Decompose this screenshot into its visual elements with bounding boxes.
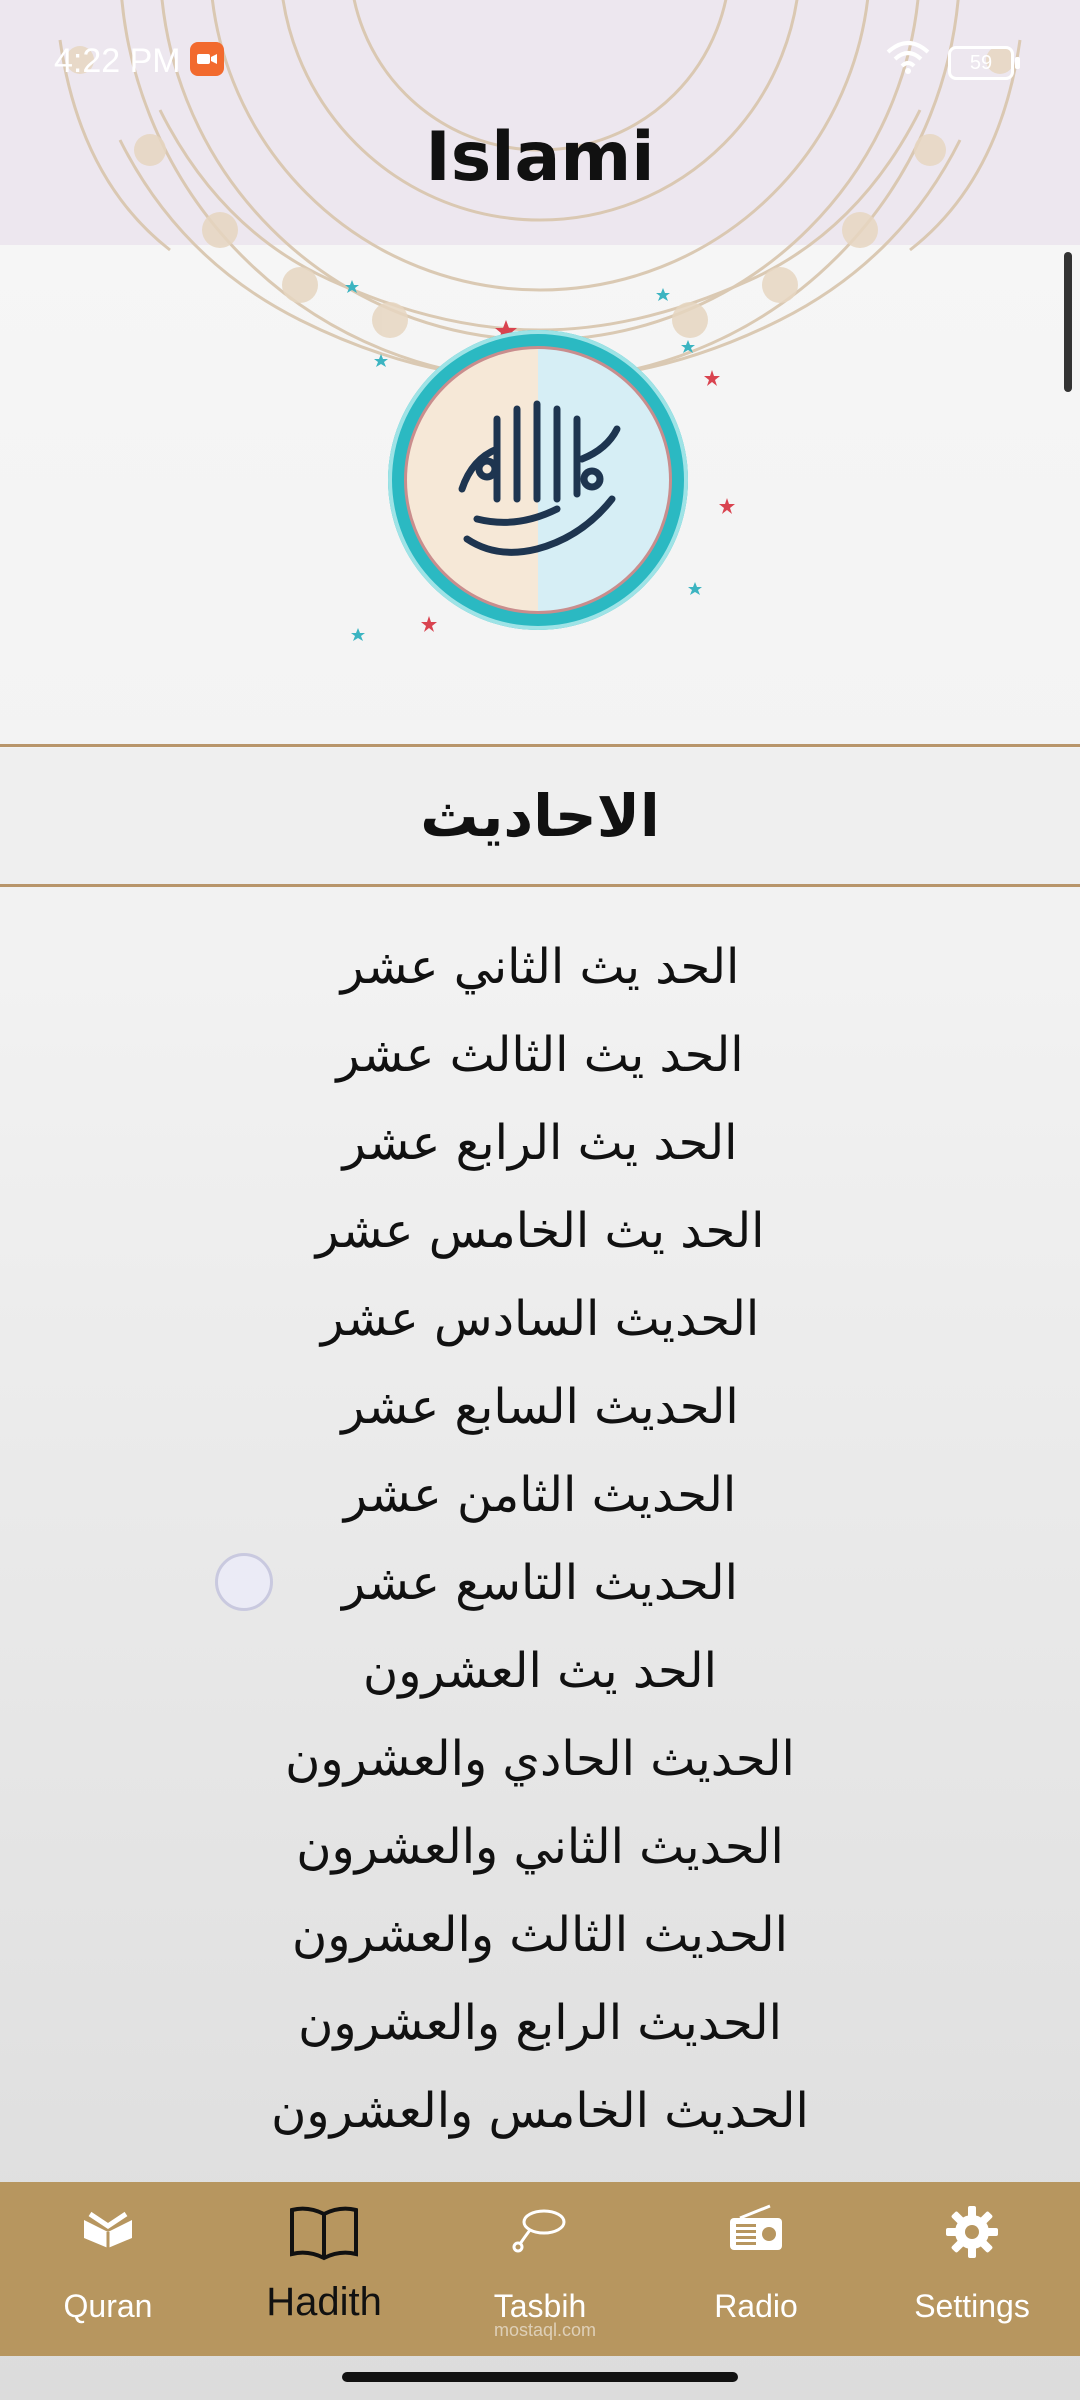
list-item[interactable]: الحديث الثامن عشر: [0, 1465, 1080, 1525]
list-item[interactable]: الحد يث الثاني عشر: [0, 937, 1080, 997]
calligraphy-medallion: [404, 346, 672, 614]
battery-level: 59: [969, 51, 993, 74]
tasbih-beads-icon: [432, 2204, 648, 2264]
section-divider-top: [0, 744, 1080, 747]
wifi-icon: [884, 40, 932, 85]
nav-item-radio[interactable]: Radio: [648, 2182, 864, 2356]
list-item[interactable]: الحديث الثاني والعشرون: [0, 1817, 1080, 1877]
logo-ring: [388, 330, 688, 630]
nav-label-hadith: Hadith: [266, 2280, 382, 2324]
list-item[interactable]: الحد يث الثالث عشر: [0, 1025, 1080, 1085]
nav-label-radio: Radio: [714, 2288, 798, 2324]
section-title: الاحاديث: [0, 748, 1080, 884]
status-time: 4:22 PM: [54, 42, 181, 80]
app-title: Islami: [425, 118, 655, 197]
list-item[interactable]: الحد يث الرابع عشر: [0, 1113, 1080, 1173]
hadith-list[interactable]: الحد يث الثاني عشر الحد يث الثالث عشر ال…: [0, 887, 1080, 2182]
list-item[interactable]: الحديث التاسع عشر: [0, 1553, 1080, 1613]
list-item[interactable]: الحد يث الخامس عشر: [0, 1201, 1080, 1261]
gear-icon: [864, 2204, 1080, 2264]
list-item[interactable]: الحديث الرابع والعشرون: [0, 1993, 1080, 2053]
list-item[interactable]: الحديث السادس عشر: [0, 1289, 1080, 1349]
scrollbar[interactable]: [1064, 252, 1072, 392]
quran-book-icon: [0, 2204, 216, 2264]
list-item[interactable]: الحديث الثالث والعشرون: [0, 1905, 1080, 1965]
nav-item-settings[interactable]: Settings: [864, 2182, 1080, 2356]
list-item[interactable]: الحديث الحادي والعشرون: [0, 1729, 1080, 1789]
nav-label-settings: Settings: [914, 2288, 1030, 2324]
list-item[interactable]: الحديث الخامس والعشرون: [0, 2081, 1080, 2141]
list-item[interactable]: الحديث السابع عشر: [0, 1377, 1080, 1437]
touch-indicator: [215, 1553, 273, 1611]
list-item[interactable]: الحد يث العشرون: [0, 1641, 1080, 1701]
list-item-partial[interactable]: [0, 887, 1080, 903]
home-indicator[interactable]: [342, 2372, 738, 2382]
open-book-icon: [216, 2204, 432, 2264]
bismillah-logo: [300, 260, 780, 680]
radio-icon: [648, 2204, 864, 2264]
status-bar: 4:22 PM 59: [0, 0, 1080, 120]
battery-icon: 59: [948, 46, 1020, 80]
watermark: mostaql.com: [493, 2320, 597, 2340]
nav-label-quran: Quran: [63, 2288, 153, 2324]
screen-record-icon: [190, 42, 224, 76]
nav-item-hadith[interactable]: Hadith: [216, 2182, 432, 2356]
nav-item-quran[interactable]: Quran: [0, 2182, 216, 2356]
